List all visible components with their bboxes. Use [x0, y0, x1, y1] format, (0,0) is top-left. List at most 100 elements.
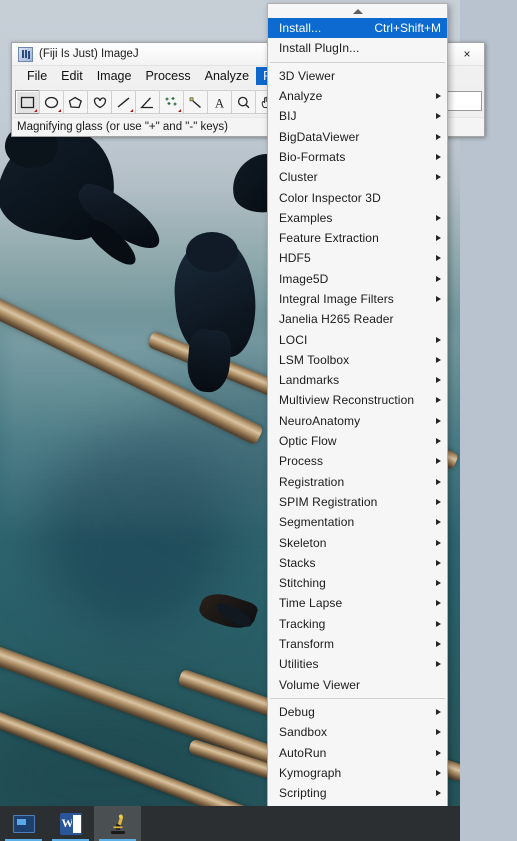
menu-item-spim-registration[interactable]: SPIM Registration [268, 492, 447, 512]
menu-item-loci[interactable]: LOCI [268, 329, 447, 349]
submenu-arrow-icon [436, 438, 441, 445]
menu-item-label: HDF5 [279, 251, 311, 266]
menu-item-skeleton[interactable]: Skeleton [268, 532, 447, 552]
close-icon[interactable]: × [450, 43, 484, 65]
menu-item-debug[interactable]: Debug [268, 702, 447, 722]
angle-tool-icon[interactable] [135, 90, 160, 114]
menu-item-time-lapse[interactable]: Time Lapse [268, 593, 447, 613]
submenu-arrow-icon [436, 377, 441, 384]
menu-item-feature-extraction[interactable]: Feature Extraction [268, 228, 447, 248]
menu-file[interactable]: File [20, 67, 54, 85]
menu-analyze[interactable]: Analyze [198, 67, 256, 85]
menu-item-tracking[interactable]: Tracking [268, 614, 447, 634]
menu-item-stitching[interactable]: Stitching [268, 573, 447, 593]
menu-item-integral-image-filters[interactable]: Integral Image Filters [268, 289, 447, 309]
submenu-arrow-icon [436, 661, 441, 668]
menu-item-hdf5[interactable]: HDF5 [268, 248, 447, 268]
menu-image[interactable]: Image [90, 67, 139, 85]
menu-item-label: Integral Image Filters [279, 292, 394, 306]
menu-item-cluster[interactable]: Cluster [268, 167, 447, 187]
submenu-arrow-icon [436, 559, 441, 566]
menu-item-multiview-reconstruction[interactable]: Multiview Reconstruction [268, 390, 447, 410]
menu-item-transform[interactable]: Transform [268, 634, 447, 654]
menu-item-analyze[interactable]: Analyze [268, 86, 447, 106]
menu-item-sandbox[interactable]: Sandbox [268, 722, 447, 742]
submenu-arrow-icon [436, 478, 441, 485]
menu-item-label: Image5D [279, 271, 329, 286]
menu-separator [270, 697, 445, 699]
menu-item-label: Color Inspector 3D [279, 190, 381, 205]
menu-item-label: Kymograph [279, 765, 342, 780]
taskbar-item-fiji[interactable] [94, 806, 141, 841]
polygon-tool-icon[interactable] [63, 90, 88, 114]
submenu-arrow-icon [436, 93, 441, 100]
menu-item-label: Segmentation [279, 515, 355, 530]
menu-item-lsm-toolbox[interactable]: LSM Toolbox [268, 350, 447, 370]
line-tool-icon[interactable] [111, 90, 136, 114]
menu-item-optic-flow[interactable]: Optic Flow [268, 431, 447, 451]
tool-dropdown-marker [178, 109, 181, 112]
wand-tool-icon[interactable] [183, 90, 208, 114]
text-tool-icon[interactable]: A [207, 90, 232, 114]
submenu-arrow-icon [436, 749, 441, 756]
menu-process[interactable]: Process [138, 67, 197, 85]
menu-item-label: Landmarks [279, 373, 340, 388]
menu-item-3d-viewer[interactable]: 3D Viewer [268, 66, 447, 86]
menu-item-stacks[interactable]: Stacks [268, 553, 447, 573]
menu-item-utilities[interactable]: Utilities [268, 654, 447, 674]
menu-scroll-up-button[interactable] [268, 4, 447, 18]
menu-item-autorun[interactable]: AutoRun [268, 742, 447, 762]
tool-dropdown-marker [58, 109, 61, 112]
menu-item-label: Janelia H265 Reader [279, 312, 394, 327]
menu-item-kymograph[interactable]: Kymograph [268, 763, 447, 783]
menu-item-label: NeuroAnatomy [279, 413, 361, 428]
menu-item-bij[interactable]: BIJ [268, 106, 447, 126]
freehand-tool-icon[interactable] [87, 90, 112, 114]
menu-item-install-plugin[interactable]: Install PlugIn... [268, 38, 447, 58]
menu-item-label: 3D Viewer [279, 68, 336, 83]
menu-item-label: Process [279, 454, 324, 469]
menu-item-label: Tracking [279, 616, 326, 631]
menu-edit[interactable]: Edit [54, 67, 90, 85]
menu-item-label: Bio-Formats [279, 149, 346, 164]
menu-item-scripting[interactable]: Scripting [268, 783, 447, 803]
desktop-screen: (Fiji Is Just) ImageJ × File Edit Image … [0, 0, 517, 841]
magnifier-tool-icon[interactable] [231, 90, 256, 114]
submenu-arrow-icon [436, 275, 441, 282]
menu-item-label: Install... [279, 21, 322, 36]
oval-tool-icon[interactable] [39, 90, 64, 114]
chevron-up-icon [352, 8, 363, 14]
menu-item-examples[interactable]: Examples [268, 208, 447, 228]
menu-item-process[interactable]: Process [268, 451, 447, 471]
taskbar-item-word[interactable] [47, 806, 94, 841]
menu-item-label: Utilities [279, 657, 319, 672]
submenu-arrow-icon [436, 336, 441, 343]
menu-item-neuroanatomy[interactable]: NeuroAnatomy [268, 411, 447, 431]
taskbar-item-display-settings[interactable] [0, 806, 47, 841]
point-tool-icon[interactable] [159, 90, 184, 114]
menu-item-landmarks[interactable]: Landmarks [268, 370, 447, 390]
menu-item-segmentation[interactable]: Segmentation [268, 512, 447, 532]
menu-item-registration[interactable]: Registration [268, 472, 447, 492]
menu-item-color-inspector-3d[interactable]: Color Inspector 3D [268, 187, 447, 207]
menu-item-volume-viewer[interactable]: Volume Viewer [268, 675, 447, 695]
microscope-icon [107, 813, 129, 835]
submenu-arrow-icon [436, 296, 441, 302]
submenu-arrow-icon [436, 769, 441, 776]
menu-item-bigdataviewer[interactable]: BigDataViewer [268, 126, 447, 146]
menu-item-bio-formats[interactable]: Bio-Formats [268, 147, 447, 167]
menu-item-label: BigDataViewer [279, 129, 360, 144]
menu-item-janelia-h265-reader[interactable]: Janelia H265 Reader [268, 309, 447, 329]
submenu-arrow-icon [436, 133, 441, 140]
word-icon [59, 812, 83, 836]
submenu-arrow-icon [436, 708, 441, 715]
menu-item-label: Stitching [279, 576, 326, 591]
menu-item-install[interactable]: Install... Ctrl+Shift+M [268, 18, 447, 39]
menu-item-image5d[interactable]: Image5D [268, 269, 447, 289]
menu-item-label: SPIM Registration [279, 494, 378, 509]
menu-item-label: Cluster [279, 170, 318, 185]
rectangle-tool-icon[interactable] [15, 90, 40, 114]
submenu-arrow-icon [436, 153, 441, 160]
menu-item-label: LOCI [279, 332, 308, 347]
svg-text:A: A [215, 96, 224, 109]
